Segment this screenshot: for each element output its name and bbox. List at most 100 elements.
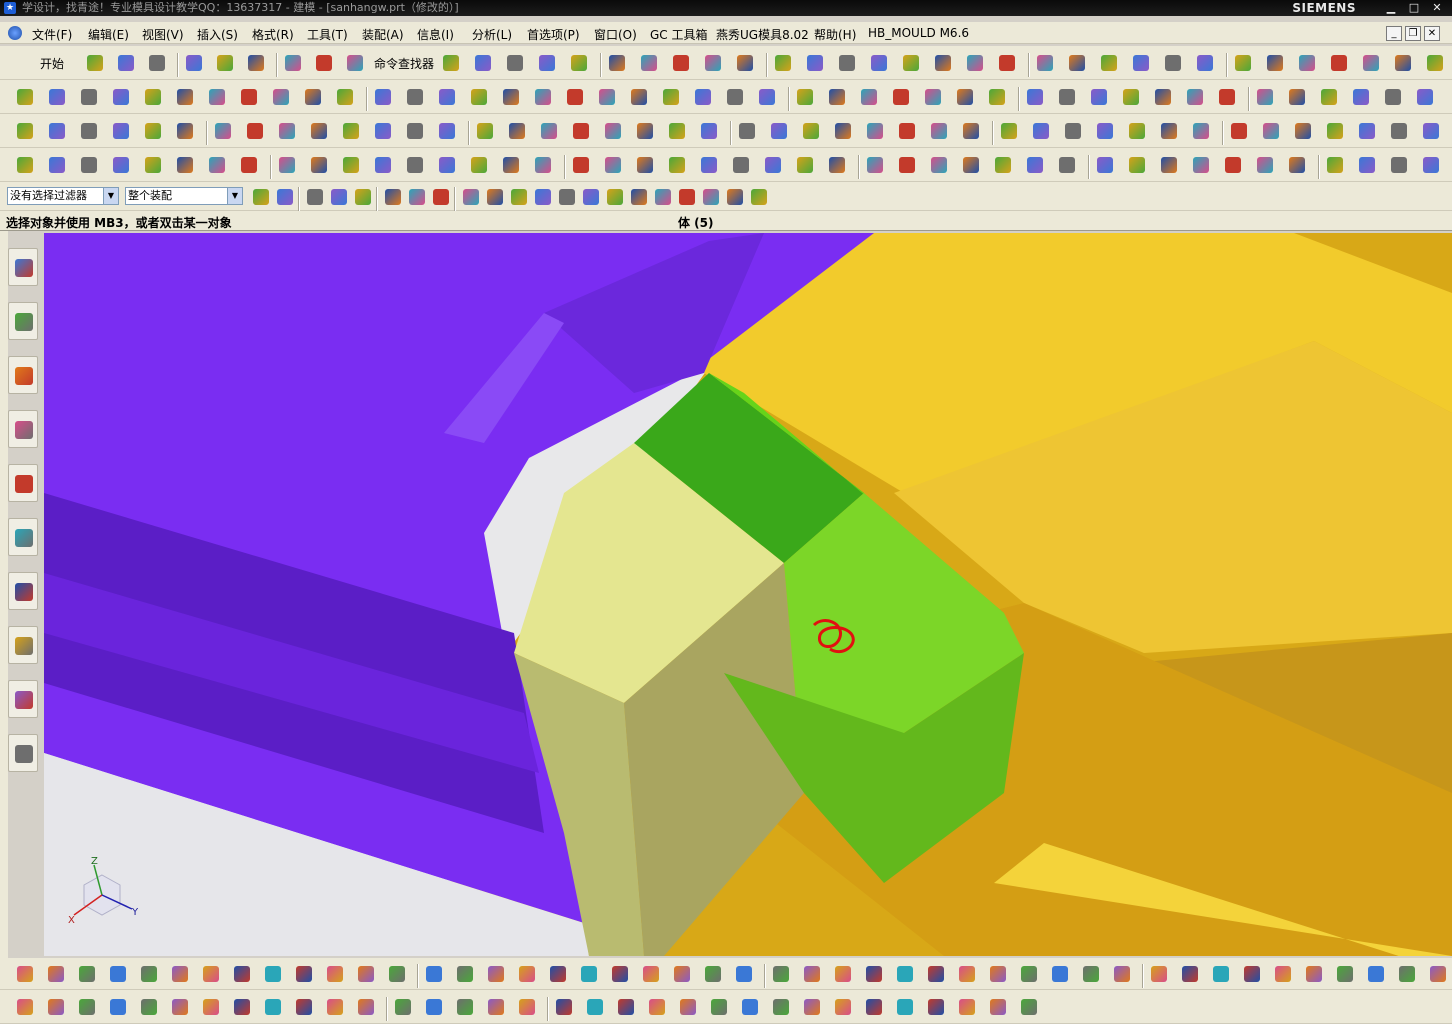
tool-icon[interactable] — [262, 963, 284, 985]
tool-icon[interactable] — [1292, 120, 1314, 142]
tool-icon[interactable] — [276, 120, 298, 142]
tool-icon[interactable] — [1254, 154, 1276, 176]
tool-icon[interactable] — [956, 996, 978, 1018]
tool-icon[interactable] — [1216, 86, 1238, 108]
tool-icon[interactable] — [508, 186, 530, 208]
tool-icon[interactable] — [894, 996, 916, 1018]
tool-icon[interactable] — [1324, 120, 1346, 142]
tool-icon[interactable] — [677, 996, 699, 1018]
tool-icon[interactable] — [440, 52, 462, 74]
tool-icon[interactable] — [308, 154, 330, 176]
tool-icon[interactable] — [1324, 154, 1346, 176]
tool-icon[interactable] — [142, 120, 164, 142]
tool-icon[interactable] — [863, 963, 885, 985]
tool-icon[interactable] — [547, 963, 569, 985]
tool-icon[interactable] — [1264, 52, 1286, 74]
tool-icon[interactable] — [313, 52, 335, 74]
tool-icon[interactable] — [436, 86, 458, 108]
tool-icon[interactable] — [900, 52, 922, 74]
menu-analysis[interactable]: 分析(L) — [472, 26, 512, 43]
tool-icon[interactable] — [794, 154, 816, 176]
tool-icon[interactable] — [14, 963, 36, 985]
graphics-viewport[interactable]: Z X Y — [44, 233, 1452, 956]
tool-icon[interactable] — [78, 154, 100, 176]
tool-icon[interactable] — [169, 996, 191, 1018]
tool-icon[interactable] — [1286, 154, 1308, 176]
tool-icon[interactable] — [14, 996, 36, 1018]
tool-icon[interactable] — [423, 963, 445, 985]
tool-icon[interactable] — [45, 996, 67, 1018]
tool-icon[interactable] — [646, 996, 668, 1018]
tool-icon[interactable] — [500, 86, 522, 108]
tool-icon[interactable] — [1126, 120, 1148, 142]
tool-icon[interactable] — [138, 996, 160, 1018]
tool-icon[interactable] — [78, 120, 100, 142]
tool-icon[interactable] — [772, 52, 794, 74]
tool-icon[interactable] — [1194, 52, 1216, 74]
tool-icon[interactable] — [340, 120, 362, 142]
tool-icon[interactable] — [274, 186, 296, 208]
tool-icon[interactable] — [334, 86, 356, 108]
tool-icon[interactable] — [832, 120, 854, 142]
tool-icon[interactable] — [801, 996, 823, 1018]
tool-icon[interactable] — [556, 186, 578, 208]
tool-icon[interactable] — [606, 52, 628, 74]
resource-tab[interactable] — [8, 572, 38, 610]
selection-scope-dropdown[interactable]: 整个装配 ▼ — [125, 187, 243, 205]
menu-file[interactable]: 文件(F) — [32, 26, 72, 43]
tool-icon[interactable] — [1420, 120, 1442, 142]
tool-icon[interactable] — [14, 154, 36, 176]
menu-view[interactable]: 视图(V) — [142, 26, 184, 43]
tool-icon[interactable] — [372, 154, 394, 176]
tool-icon[interactable] — [1222, 154, 1244, 176]
tool-icon[interactable] — [372, 86, 394, 108]
tool-icon[interactable] — [1158, 154, 1180, 176]
tool-icon[interactable] — [404, 154, 426, 176]
tool-icon[interactable] — [45, 963, 67, 985]
resource-tab[interactable] — [8, 626, 38, 664]
tool-icon[interactable] — [107, 996, 129, 1018]
tool-icon[interactable] — [1334, 963, 1356, 985]
tool-icon[interactable] — [858, 86, 880, 108]
tool-icon[interactable] — [14, 86, 36, 108]
tool-icon[interactable] — [992, 154, 1014, 176]
tool-icon[interactable] — [580, 186, 602, 208]
tool-icon[interactable] — [262, 996, 284, 1018]
tool-icon[interactable] — [1094, 154, 1116, 176]
resource-tab[interactable] — [8, 248, 38, 286]
tool-icon[interactable] — [355, 996, 377, 1018]
tool-icon[interactable] — [671, 963, 693, 985]
tool-icon[interactable] — [736, 120, 758, 142]
tool-icon[interactable] — [244, 120, 266, 142]
tool-icon[interactable] — [1130, 52, 1152, 74]
tool-icon[interactable] — [1120, 86, 1142, 108]
tool-icon[interactable] — [826, 154, 848, 176]
tool-icon[interactable] — [652, 186, 674, 208]
tool-icon[interactable] — [1392, 52, 1414, 74]
tool-icon[interactable] — [1162, 52, 1184, 74]
mdi-close-button[interactable]: ✕ — [1424, 26, 1440, 41]
tool-icon[interactable] — [1066, 52, 1088, 74]
tool-icon[interactable] — [564, 86, 586, 108]
tool-icon[interactable] — [1024, 86, 1046, 108]
tool-icon[interactable] — [1098, 52, 1120, 74]
tool-icon[interactable] — [46, 86, 68, 108]
tool-icon[interactable] — [748, 186, 770, 208]
tool-icon[interactable] — [110, 86, 132, 108]
tool-icon[interactable] — [604, 186, 626, 208]
resource-tab[interactable] — [8, 464, 38, 502]
tool-icon[interactable] — [206, 86, 228, 108]
tool-icon[interactable] — [960, 120, 982, 142]
tool-icon[interactable] — [324, 996, 346, 1018]
menu-edit[interactable]: 编辑(E) — [88, 26, 129, 43]
tool-icon[interactable] — [1356, 120, 1378, 142]
tool-icon[interactable] — [578, 963, 600, 985]
tool-icon[interactable] — [1420, 154, 1442, 176]
tool-icon[interactable] — [864, 120, 886, 142]
tool-icon[interactable] — [670, 52, 692, 74]
tool-icon[interactable] — [698, 154, 720, 176]
tool-icon[interactable] — [864, 154, 886, 176]
tool-icon[interactable] — [800, 120, 822, 142]
tool-icon[interactable] — [404, 86, 426, 108]
tool-icon[interactable] — [293, 996, 315, 1018]
